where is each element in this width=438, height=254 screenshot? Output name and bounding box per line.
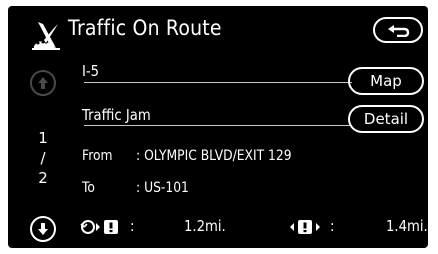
back-button[interactable]: [373, 17, 423, 43]
page-total: 2: [38, 169, 48, 187]
scroll-down-button[interactable]: [30, 216, 56, 242]
to-value: : US-101: [136, 180, 189, 196]
traffic-screen: Traffic On Route 1 / 2 I-5 Map Traffic J…: [8, 6, 428, 248]
to-label: To: [82, 180, 95, 196]
page-current: 1: [38, 129, 48, 147]
detail-button[interactable]: Detail: [348, 105, 424, 133]
route-item-label[interactable]: I-5: [82, 62, 99, 80]
to-start-separator: :: [130, 217, 135, 235]
return-arrow-icon: [388, 25, 410, 37]
incident-length-icon: [290, 220, 320, 234]
traffic-item-label[interactable]: Traffic Jam: [82, 106, 151, 124]
page-separator: /: [40, 149, 46, 167]
scroll-up-icon: [38, 77, 48, 89]
from-label: From: [82, 148, 113, 164]
incident-length-distance: 1.4mi.: [386, 217, 428, 235]
from-value: : OLYMPIC BLVD/EXIT 129: [136, 148, 292, 164]
page-title: Traffic On Route: [68, 16, 222, 40]
item-divider: [84, 82, 352, 83]
item-divider: [84, 125, 352, 126]
scroll-up-button[interactable]: [30, 70, 56, 96]
scroll-down-icon: [38, 223, 48, 235]
length-separator: :: [330, 217, 335, 235]
to-start-distance: 1.2mi.: [184, 217, 226, 235]
traffic-icon: [32, 22, 60, 50]
map-button[interactable]: Map: [348, 67, 424, 95]
page-indicator: 1 / 2: [32, 128, 54, 188]
current-to-incident-icon: [80, 220, 118, 234]
